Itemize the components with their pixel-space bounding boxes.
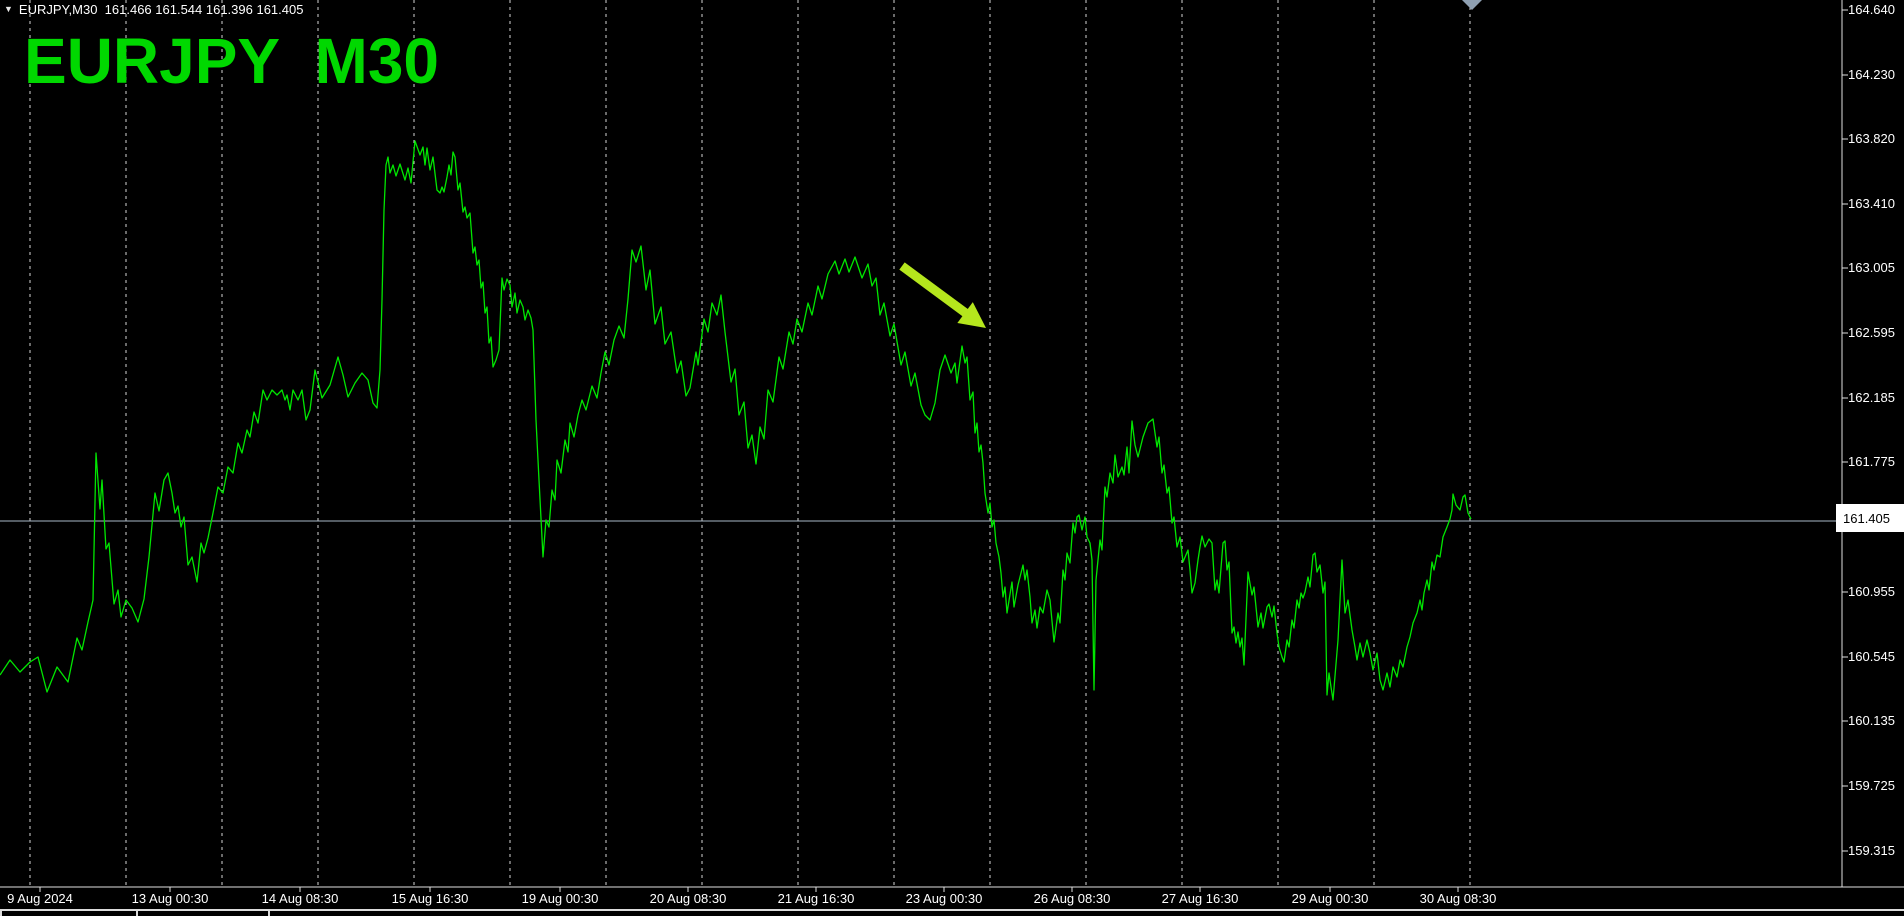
price-tick-label: 163.005 — [1848, 260, 1895, 275]
time-tick-label: 20 Aug 08:30 — [649, 891, 727, 906]
price-tick-label: 164.640 — [1848, 2, 1895, 17]
price-tick-label: 163.820 — [1848, 131, 1895, 146]
time-tick-label: 27 Aug 16:30 — [1161, 891, 1239, 906]
time-tick-label: 29 Aug 00:30 — [1291, 891, 1369, 906]
time-tick-label: 19 Aug 00:30 — [521, 891, 599, 906]
time-tick-label: 26 Aug 08:30 — [1033, 891, 1111, 906]
current-price-box: 161.405 — [1836, 504, 1904, 532]
price-line-series — [0, 140, 1472, 701]
price-chart-canvas[interactable] — [0, 0, 1904, 916]
price-tick-label: 160.545 — [1848, 649, 1895, 664]
down-arrow-shaft — [899, 262, 973, 320]
price-tick-label: 161.775 — [1848, 454, 1895, 469]
time-tick-label: 21 Aug 16:30 — [777, 891, 855, 906]
price-tick-label: 159.315 — [1848, 843, 1895, 858]
bottom-panel-separator — [136, 911, 138, 916]
price-tick-label: 160.955 — [1848, 584, 1895, 599]
current-price-value: 161.405 — [1843, 510, 1890, 526]
symbol-watermark: EURJPY M30 — [24, 25, 439, 97]
time-tick-label: 15 Aug 16:30 — [391, 891, 469, 906]
bottom-panel-separator — [268, 911, 270, 916]
mt4-chart-window: ▼ EURJPY,M30 161.466 161.544 161.396 161… — [0, 0, 1904, 916]
price-tick-label: 160.135 — [1848, 713, 1895, 728]
bottom-panel-edge — [0, 909, 1904, 916]
price-tick-label: 162.595 — [1848, 325, 1895, 340]
price-tick-label: 159.725 — [1848, 778, 1895, 793]
price-tick-label: 162.185 — [1848, 390, 1895, 405]
symbol-dropdown-icon[interactable]: ▼ — [4, 3, 13, 16]
time-tick-label: 13 Aug 00:30 — [131, 891, 209, 906]
last-bar-marker-icon — [1462, 0, 1482, 10]
chart-header: ▼ EURJPY,M30 161.466 161.544 161.396 161… — [4, 2, 303, 17]
bottom-panel-separator — [0, 911, 2, 916]
ohlc-readout: EURJPY,M30 161.466 161.544 161.396 161.4… — [18, 2, 304, 17]
time-tick-label: 30 Aug 08:30 — [1419, 891, 1497, 906]
time-tick-label: 23 Aug 00:30 — [905, 891, 983, 906]
price-tick-label: 164.230 — [1848, 67, 1895, 82]
price-tick-label: 163.410 — [1848, 196, 1895, 211]
time-tick-label: 9 Aug 2024 — [7, 891, 73, 906]
time-tick-label: 14 Aug 08:30 — [261, 891, 339, 906]
